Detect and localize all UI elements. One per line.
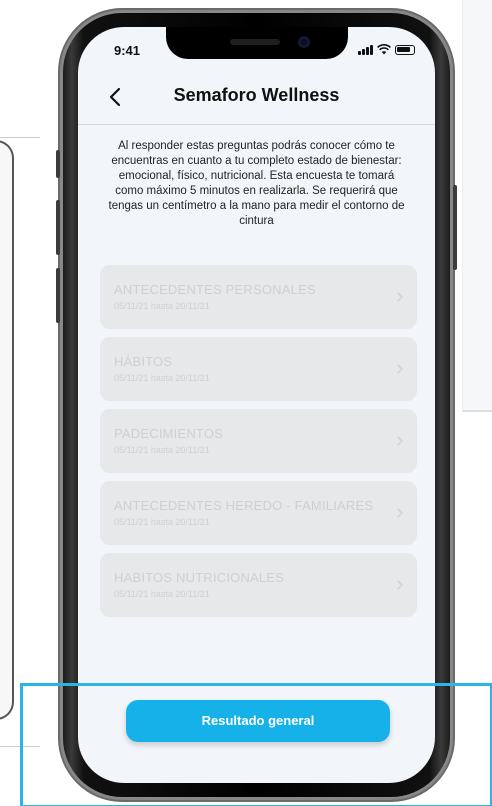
survey-item-antecedentes-heredo-familiares[interactable]: ANTECEDENTES HEREDO - FAMILIARES 05/11/2… [100,481,417,545]
mute-switch [56,150,60,178]
wifi-icon [377,44,391,55]
survey-item-title: PADECIMIENTOS [114,426,224,441]
survey-item-title: HABITOS NUTRICIONALES [114,570,285,585]
power-button [453,185,457,270]
survey-item-habitos-nutricionales[interactable]: HABITOS NUTRICIONALES 05/11/21 hasta 20/… [100,553,417,617]
survey-item-date: 05/11/21 hasta 20/11/21 [114,301,210,311]
status-icons [358,44,415,55]
survey-list: ANTECEDENTES PERSONALES 05/11/21 hasta 2… [100,265,417,625]
survey-item-date: 05/11/21 hasta 20/11/21 [114,373,210,383]
intro-text: Al responder estas preguntas podrás cono… [108,140,405,227]
front-camera [298,36,310,48]
chevron-right-icon [397,508,404,518]
signal-icon [358,44,373,55]
status-time: 9:41 [114,43,141,58]
survey-item-date: 05/11/21 hasta 20/11/21 [114,445,210,455]
survey-item-antecedentes-personales[interactable]: ANTECEDENTES PERSONALES 05/11/21 hasta 2… [100,265,417,329]
survey-item-date: 05/11/21 hasta 20/11/21 [114,517,210,527]
chevron-right-icon [397,364,404,374]
survey-item-title: ANTECEDENTES HEREDO - FAMILIARES [114,498,374,513]
speaker [230,39,280,45]
background-phone-fragment [0,140,14,720]
header: Semaforo Wellness [78,75,435,119]
volume-up-button [56,200,60,255]
background-divider-top [0,137,40,138]
chevron-right-icon [397,436,404,446]
chevron-right-icon [397,292,404,302]
survey-item-habitos[interactable]: HÁBITOS 05/11/21 hasta 20/11/21 [100,337,417,401]
volume-down-button [56,268,60,323]
background-panel-fragment [462,0,492,412]
notch [166,27,348,59]
survey-item-title: HÁBITOS [114,354,173,369]
survey-item-title: ANTECEDENTES PERSONALES [114,282,316,297]
survey-item-date: 05/11/21 hasta 20/11/21 [114,589,210,599]
header-divider [78,124,435,125]
phone-screen: 9:41 Semaforo Wellness Al responder esta… [78,27,435,783]
survey-item-padecimientos[interactable]: PADECIMIENTOS 05/11/21 hasta 20/11/21 [100,409,417,473]
page-title: Semaforo Wellness [173,85,340,105]
highlight-annotation-box [20,683,492,806]
chevron-right-icon [397,580,404,590]
battery-icon [395,45,415,55]
